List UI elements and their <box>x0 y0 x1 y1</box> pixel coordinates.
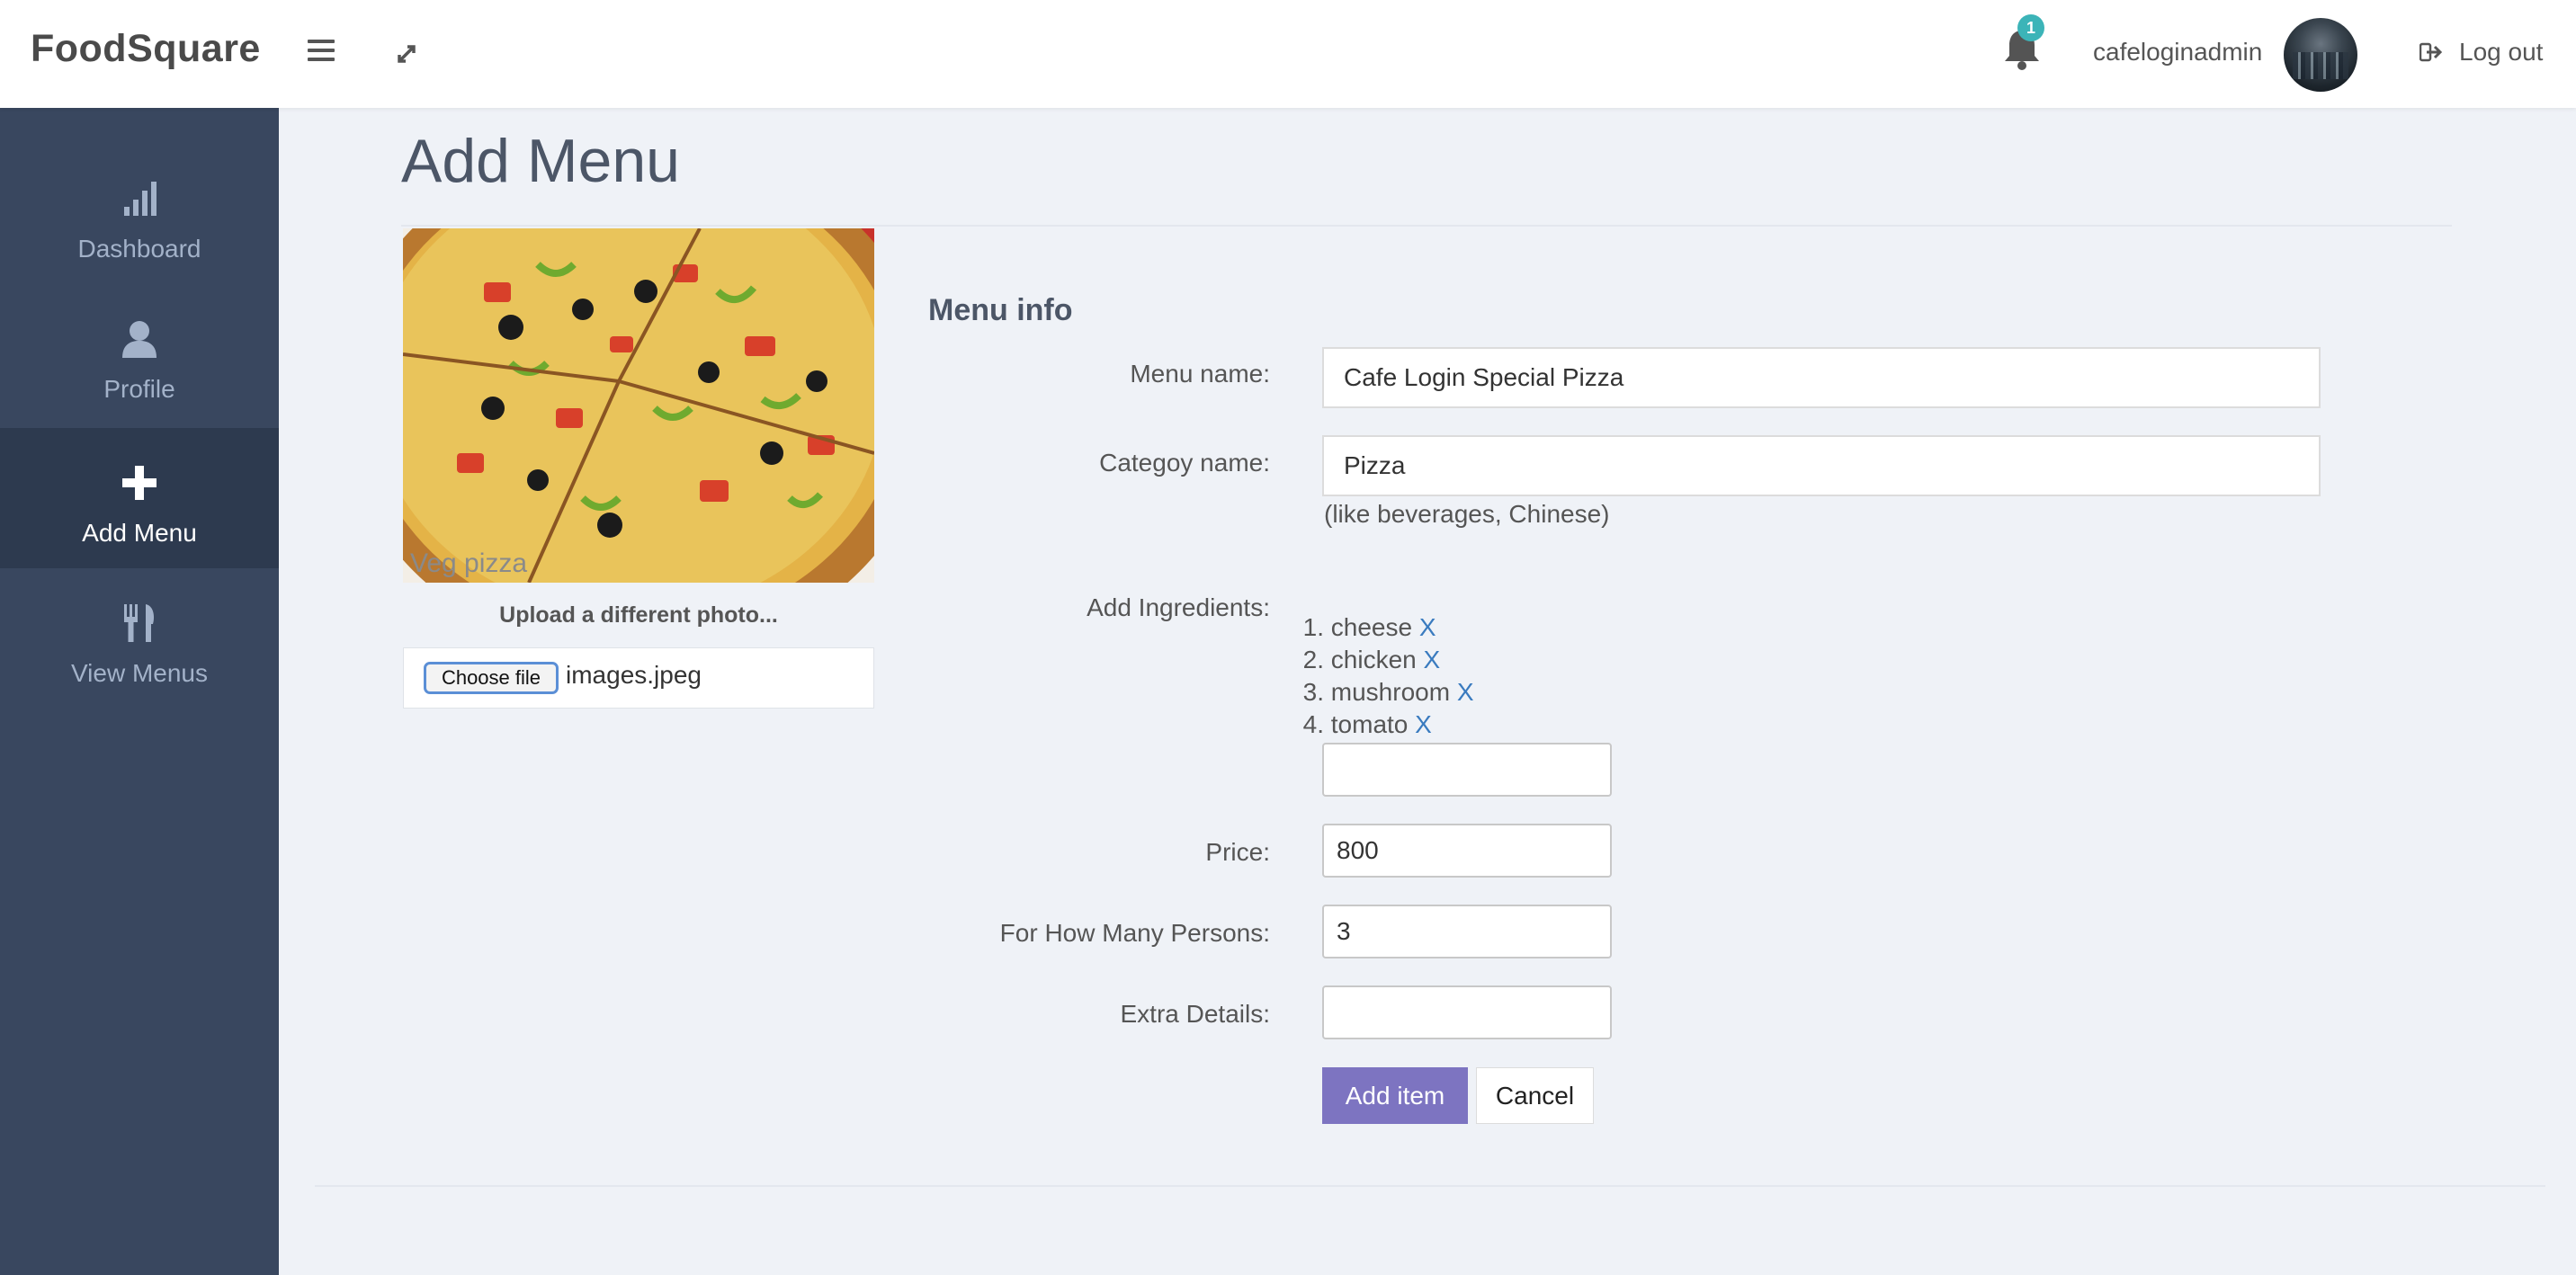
remove-ingredient-link[interactable]: X <box>1424 646 1441 673</box>
persons-label: For How Many Persons: <box>999 919 1270 947</box>
remove-ingredient-link[interactable]: X <box>1419 613 1436 641</box>
notification-badge[interactable]: 1 <box>2017 14 2044 41</box>
logout-icon <box>2419 42 2443 62</box>
divider <box>401 225 2452 227</box>
choose-file-button[interactable]: Choose file <box>424 662 559 694</box>
list-number: 2. <box>1302 646 1324 673</box>
ingredients-list: 1. cheese X 2. chicken X 3. mushroom X 4… <box>1295 611 1474 741</box>
extra-details-label: Extra Details: <box>1120 1000 1271 1028</box>
ingredient-name: mushroom <box>1330 678 1451 706</box>
add-item-button[interactable]: Add item <box>1322 1067 1468 1124</box>
menu-name-input[interactable]: Cafe Login Special Pizza <box>1322 347 2321 408</box>
sidebar-item-label: Add Menu <box>82 519 197 547</box>
page-title: Add Menu <box>401 127 680 195</box>
menu-name-label: Menu name: <box>1130 360 1270 388</box>
avatar[interactable] <box>2284 18 2357 92</box>
ingredient-name: tomato <box>1330 710 1409 738</box>
sidebar: Dashboard Profile Add Menu View Menus <box>0 108 279 1275</box>
sidebar-item-add-menu[interactable]: Add Menu <box>0 428 279 568</box>
logout-button[interactable]: Log out <box>2419 38 2543 67</box>
category-input[interactable]: Pizza <box>1322 435 2321 496</box>
cancel-button[interactable]: Cancel <box>1476 1067 1594 1124</box>
remove-ingredient-link[interactable]: X <box>1457 678 1474 706</box>
category-value: Pizza <box>1344 451 1406 479</box>
ingredient-input[interactable] <box>1322 743 1612 797</box>
photo-watermark: Veg pizza <box>410 548 527 578</box>
ingredient-name: cheese <box>1330 613 1413 641</box>
section-title: Menu info <box>928 293 1073 327</box>
upload-caption: Upload a different photo... <box>499 602 778 628</box>
username[interactable]: cafeloginadmin <box>2093 38 2262 67</box>
bar-chart-icon <box>124 182 157 216</box>
price-value: 800 <box>1337 836 1379 864</box>
remove-ingredient-link[interactable]: X <box>1415 710 1432 738</box>
menu-photo: Veg pizza <box>403 228 874 583</box>
list-number: 4. <box>1302 710 1324 738</box>
price-input[interactable]: 800 <box>1322 824 1612 878</box>
list-item: 4. tomato X <box>1295 709 1474 741</box>
sidebar-item-label: Dashboard <box>77 235 201 263</box>
cutlery-icon <box>124 604 155 642</box>
user-icon <box>122 321 157 358</box>
list-item: 2. chicken X <box>1295 644 1474 676</box>
ingredients-label: Add Ingredients: <box>1087 593 1270 621</box>
logout-label: Log out <box>2459 38 2544 66</box>
top-header: FoodSquare 1 cafeloginadmin Log out <box>0 0 2576 108</box>
extra-details-input[interactable] <box>1322 985 1612 1039</box>
menu-toggle-icon[interactable] <box>308 40 335 67</box>
file-name: images.jpeg <box>566 661 702 689</box>
list-item: 1. cheese X <box>1295 611 1474 644</box>
sidebar-item-label: Profile <box>103 375 175 403</box>
list-number: 1. <box>1302 613 1324 641</box>
ingredient-name: chicken <box>1330 646 1417 673</box>
menu-name-value: Cafe Login Special Pizza <box>1344 363 1624 391</box>
price-label: Price: <box>1205 838 1270 866</box>
fullscreen-icon[interactable] <box>392 40 421 68</box>
category-label: Categoy name: <box>1099 449 1270 477</box>
persons-value: 3 <box>1337 917 1351 945</box>
divider <box>315 1185 2545 1187</box>
list-number: 3. <box>1302 678 1324 706</box>
sidebar-item-label: View Menus <box>70 659 208 687</box>
pizza-image: Veg pizza <box>403 228 874 583</box>
plus-icon <box>122 466 157 500</box>
sidebar-item-profile[interactable]: Profile <box>0 284 279 424</box>
sidebar-item-view-menus[interactable]: View Menus <box>0 568 279 709</box>
list-item: 3. mushroom X <box>1295 676 1474 709</box>
category-hint: (like beverages, Chinese) <box>1324 500 1610 528</box>
sidebar-item-dashboard[interactable]: Dashboard <box>0 144 279 284</box>
persons-input[interactable]: 3 <box>1322 905 1612 958</box>
brand-logo[interactable]: FoodSquare <box>31 27 261 71</box>
file-input[interactable]: Choose file images.jpeg <box>403 647 874 709</box>
